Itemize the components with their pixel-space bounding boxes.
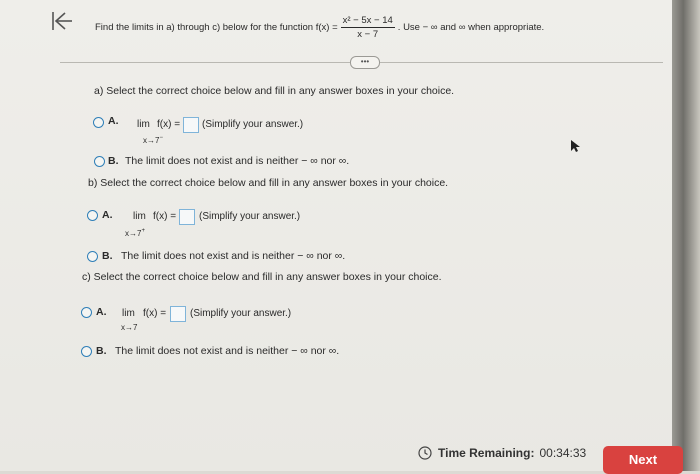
- part-a-fx: f(x) =: [157, 119, 181, 130]
- part-a-choice-b-letter: B.: [108, 155, 119, 167]
- part-c-choice-b-text: The limit does not exist and is neither …: [115, 345, 340, 357]
- screen-bezel: [672, 0, 700, 471]
- part-a-approach: x→7−: [143, 135, 163, 145]
- question-instruction: Find the limits in a) through c) below f…: [95, 9, 655, 45]
- part-b-fx: f(x) =: [153, 211, 177, 222]
- mouse-pointer-icon: [571, 140, 580, 152]
- timer-label: Time Remaining:: [438, 446, 535, 460]
- part-b-choice-a-radio[interactable]: [87, 210, 98, 221]
- part-a-choice-a-radio[interactable]: [93, 117, 104, 128]
- part-c-choice-b-letter: B.: [96, 345, 107, 357]
- part-a-choice-b-radio[interactable]: [94, 156, 105, 167]
- part-a-hint: (Simplify your answer.): [202, 119, 304, 130]
- part-b-choice-b-radio[interactable]: [87, 251, 98, 262]
- instruction-suffix: . Use − ∞ and ∞ when appropriate.: [397, 21, 545, 33]
- part-b-answer-box[interactable]: [179, 209, 195, 225]
- part-c-lim: lim: [122, 308, 135, 319]
- part-c-prompt: c) Select the correct choice below and f…: [82, 271, 442, 283]
- function-numerator: x² − 5x − 14: [340, 14, 395, 28]
- part-a-lim: lim: [137, 119, 150, 130]
- part-b-choice-a-letter: A.: [102, 209, 113, 221]
- question-screen: Find the limits in a) through c) below f…: [0, 0, 672, 471]
- part-a-answer-box[interactable]: [183, 117, 199, 133]
- clock-icon: [418, 446, 432, 460]
- part-b-prompt: b) Select the correct choice below and f…: [88, 177, 449, 189]
- part-a-choice-a-letter: A.: [108, 115, 119, 127]
- part-c-choice-b-radio[interactable]: [81, 346, 92, 357]
- part-b-hint: (Simplify your answer.): [199, 211, 301, 222]
- function-denominator: x − 7: [357, 28, 379, 40]
- part-c-answer-box[interactable]: [170, 306, 186, 322]
- function-fraction: x² − 5x − 14 x − 7: [340, 14, 395, 40]
- time-remaining: Time Remaining: 00:34:33: [418, 443, 586, 463]
- part-b-approach: x→7+: [125, 228, 145, 238]
- part-a-prompt: a) Select the correct choice below and f…: [94, 85, 455, 97]
- part-c-fx: f(x) =: [143, 308, 167, 319]
- instruction-prefix: Find the limits in a) through c) below f…: [95, 21, 338, 33]
- part-c-approach: x→7: [121, 323, 138, 332]
- part-b-choice-b-letter: B.: [102, 250, 113, 262]
- part-b-lim: lim: [133, 211, 146, 222]
- part-a-choice-b-text: The limit does not exist and is neither …: [125, 155, 350, 167]
- part-b-choice-b-text: The limit does not exist and is neither …: [121, 250, 346, 262]
- more-button[interactable]: •••: [350, 56, 380, 69]
- part-c-hint: (Simplify your answer.): [190, 308, 292, 319]
- back-icon[interactable]: [50, 10, 74, 32]
- next-button[interactable]: Next: [603, 446, 683, 474]
- part-c-choice-a-letter: A.: [96, 306, 107, 318]
- part-c-choice-a-radio[interactable]: [81, 307, 92, 318]
- timer-value: 00:34:33: [539, 446, 587, 460]
